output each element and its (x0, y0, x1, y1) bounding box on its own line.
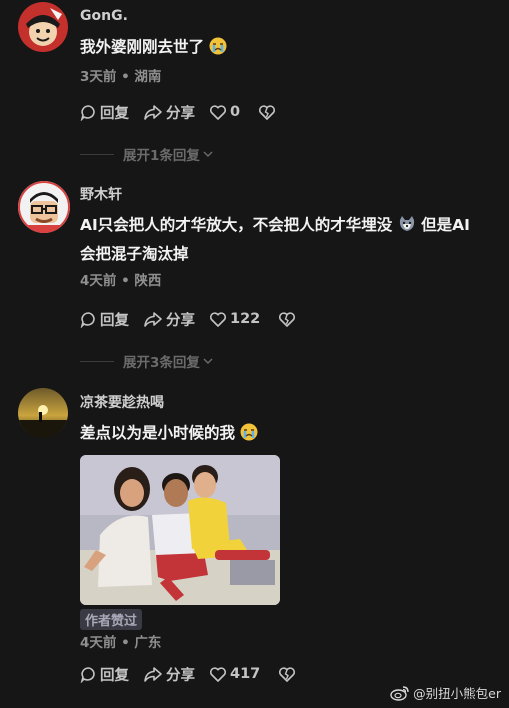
like-button[interactable]: 417 (209, 666, 260, 683)
chevron-down-icon (203, 151, 213, 157)
share-label: 分享 (166, 312, 195, 329)
weibo-logo-icon (390, 685, 409, 701)
husky-emoji-icon (398, 215, 416, 241)
heart-icon (209, 104, 227, 120)
reply-button[interactable]: 回复 (80, 309, 129, 330)
share-button[interactable]: 分享 (143, 664, 195, 685)
author-liked-badge: 作者赞过 (80, 609, 143, 630)
username[interactable]: 野木轩 (80, 185, 500, 205)
share-button[interactable]: 分享 (143, 309, 195, 330)
broken-heart-icon (259, 104, 276, 120)
chevron-down-icon (203, 358, 213, 364)
comment-meta: 4天前 • 陕西 (80, 273, 162, 289)
divider-line (80, 360, 114, 362)
expand-replies-button[interactable]: 展开3条回复 (80, 351, 214, 371)
like-count: 0 (230, 104, 241, 120)
reply-label: 回复 (100, 312, 129, 329)
share-arrow-icon (144, 104, 162, 120)
avatar[interactable] (18, 388, 68, 438)
avatar[interactable] (18, 181, 70, 233)
comment-text-line2: 会把混子淘汰掉 (80, 245, 189, 263)
like-button[interactable]: 122 (209, 311, 260, 328)
broken-heart-icon (279, 311, 296, 327)
divider-line (80, 153, 114, 155)
dislike-button[interactable] (278, 311, 299, 328)
comment-actions: 回复 分享 0 (80, 100, 293, 124)
like-count: 122 (230, 311, 261, 327)
reply-label: 回复 (100, 667, 129, 684)
comment-text-line1: AI只会把人的才华放大，不会把人的才华埋没 (80, 216, 393, 234)
crying-emoji-icon (240, 423, 258, 449)
comment-photo[interactable] (80, 455, 280, 605)
username[interactable]: 凉茶要趁热喝 (80, 393, 500, 413)
share-arrow-icon (144, 311, 162, 327)
reply-label: 回复 (100, 105, 129, 122)
crying-emoji-icon (209, 37, 227, 63)
dislike-button[interactable] (258, 104, 279, 121)
comment-bubble-icon (80, 104, 95, 121)
expand-label: 展开1条回复 (123, 148, 200, 164)
comment-text: 差点以为是小时候的我 (80, 420, 500, 449)
comment-meta: 3天前 • 湖南 (80, 69, 162, 85)
broken-heart-icon (279, 666, 296, 682)
comment-text-line1-suffix: 但是AI (421, 216, 470, 234)
expand-label: 展开3条回复 (123, 355, 200, 371)
heart-icon (209, 311, 227, 327)
reply-button[interactable]: 回复 (80, 102, 129, 123)
comment-bubble-icon (80, 311, 95, 328)
comment-meta: 4天前 • 广东 (80, 635, 162, 651)
comment-text: AI只会把人的才华放大，不会把人的才华埋没 但是AI 会把混子淘汰掉 (80, 212, 500, 267)
share-label: 分享 (166, 667, 195, 684)
comment-text-content: 我外婆刚刚去世了 (80, 38, 205, 56)
expand-replies-button[interactable]: 展开1条回复 (80, 144, 214, 164)
share-button[interactable]: 分享 (143, 102, 195, 123)
comment-actions: 回复 分享 417 (80, 662, 313, 686)
comment-text: 我外婆刚刚去世了 (80, 34, 500, 63)
comment-bubble-icon (80, 666, 95, 683)
like-count: 417 (230, 666, 261, 682)
reply-button[interactable]: 回复 (80, 664, 129, 685)
share-arrow-icon (144, 666, 162, 682)
watermark: @别扭小熊包er (390, 683, 501, 702)
dislike-button[interactable] (278, 666, 299, 683)
share-label: 分享 (166, 105, 195, 122)
avatar[interactable] (18, 2, 68, 52)
comment-actions: 回复 分享 122 (80, 307, 313, 331)
comment-text-content: 差点以为是小时候的我 (80, 424, 236, 442)
username[interactable]: GonG. (80, 6, 500, 26)
heart-icon (209, 666, 227, 682)
watermark-text: @别扭小熊包er (413, 686, 501, 701)
like-button[interactable]: 0 (209, 104, 240, 121)
